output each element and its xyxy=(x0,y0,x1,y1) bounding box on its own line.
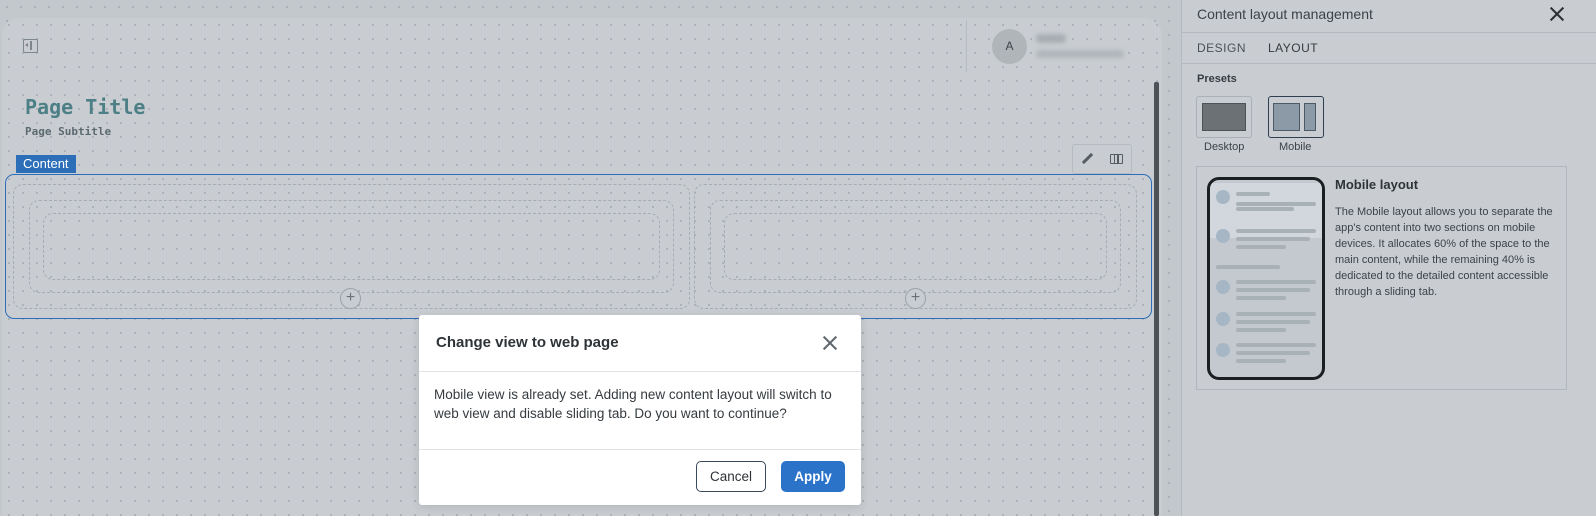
column-container xyxy=(29,200,674,293)
preset-mobile[interactable] xyxy=(1268,96,1324,138)
divider xyxy=(419,371,861,372)
content-tag[interactable]: Content xyxy=(16,155,76,173)
apply-button[interactable]: Apply xyxy=(781,461,845,492)
page-subtitle[interactable]: Page Subtitle xyxy=(25,125,111,138)
preset-label-mobile: Mobile xyxy=(1279,141,1312,153)
phone-row xyxy=(1216,341,1316,363)
plus-icon[interactable]: + xyxy=(905,288,926,309)
divider xyxy=(419,449,861,450)
dialog-title: Change view to web page xyxy=(436,334,619,351)
column-slot[interactable] xyxy=(724,213,1107,280)
phone-row xyxy=(1216,310,1316,332)
avatar[interactable]: A xyxy=(992,29,1027,64)
page-title[interactable]: Page Title xyxy=(25,95,145,119)
presets-label: Presets xyxy=(1197,73,1237,85)
tab-layout[interactable]: LAYOUT xyxy=(1268,41,1318,55)
layout-description-card: Mobile layout The Mobile layout allows y… xyxy=(1196,166,1567,390)
column-slot[interactable] xyxy=(43,213,660,280)
change-view-dialog: Change view to web page Mobile view is a… xyxy=(419,315,861,505)
desktop-layout-icon xyxy=(1202,103,1246,131)
phone-row xyxy=(1216,278,1316,300)
tab-design[interactable]: DESIGN xyxy=(1197,41,1246,55)
preset-desktop[interactable] xyxy=(1196,96,1252,138)
plus-icon[interactable]: + xyxy=(340,288,361,309)
content-column-right[interactable]: + xyxy=(694,184,1137,309)
phone-row xyxy=(1216,227,1316,249)
dialog-message: Mobile view is already set. Adding new c… xyxy=(434,387,832,421)
mobile-layout-tab-icon xyxy=(1304,103,1316,131)
header-divider xyxy=(966,20,967,72)
mobile-layout-main-icon xyxy=(1273,103,1300,131)
canvas-scrollbar[interactable] xyxy=(1154,82,1159,516)
content-column-left[interactable]: + xyxy=(13,184,690,309)
content-toolbar xyxy=(1072,144,1132,174)
divider xyxy=(1182,63,1596,64)
close-icon[interactable] xyxy=(821,334,839,352)
pencil-icon[interactable] xyxy=(1081,152,1095,166)
divider xyxy=(1182,32,1596,33)
column-container xyxy=(710,200,1121,293)
columns-icon[interactable] xyxy=(1110,154,1124,164)
panel-title: Content layout management xyxy=(1197,6,1373,22)
collapse-panel-icon[interactable] xyxy=(23,39,38,53)
card-title: Mobile layout xyxy=(1335,177,1419,192)
close-icon[interactable] xyxy=(1549,6,1565,22)
cancel-button[interactable]: Cancel xyxy=(696,461,766,492)
user-name-blurred xyxy=(1036,34,1066,43)
card-description: The Mobile layout allows you to separate… xyxy=(1335,206,1553,298)
phone-row xyxy=(1216,203,1316,223)
layout-panel: Content layout management DESIGN LAYOUT … xyxy=(1181,0,1596,516)
content-region[interactable]: + + xyxy=(5,174,1152,319)
preset-label-desktop: Desktop xyxy=(1204,141,1245,153)
user-email-blurred xyxy=(1036,50,1124,58)
phone-preview-image xyxy=(1207,177,1325,380)
